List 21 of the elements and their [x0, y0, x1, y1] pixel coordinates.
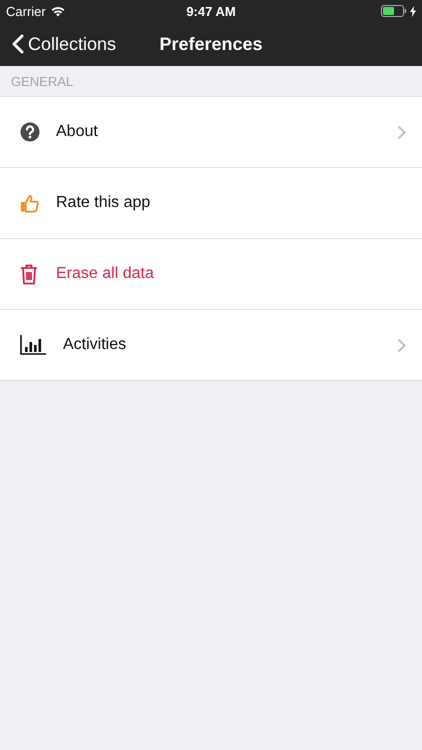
clock-time: 9:47 AM	[186, 4, 236, 18]
settings-row[interactable]: Rate this app	[0, 168, 422, 239]
row-label: Erase all data	[56, 265, 155, 283]
section-header: GENERAL	[11, 74, 74, 88]
row-label: Activities	[63, 336, 128, 354]
wifi-icon	[50, 6, 65, 16]
back-chevron-icon	[12, 34, 24, 54]
settings-row[interactable]: Erase all data	[0, 239, 422, 310]
row-label: Rate this app	[56, 194, 152, 212]
question-icon	[20, 122, 40, 142]
settings-row[interactable]: Activities	[0, 310, 422, 380]
screen-title: Preferences	[159, 34, 263, 54]
row-label: About	[56, 123, 99, 141]
carrier-label: Carrier	[6, 4, 46, 18]
bar-chart-icon	[20, 335, 46, 355]
settings-row[interactable]: About	[0, 97, 422, 168]
back-button[interactable]: Collections	[0, 34, 116, 54]
thumbs-up-icon	[20, 192, 40, 214]
trash-icon	[20, 264, 38, 284]
battery-icon	[381, 5, 407, 17]
charging-icon	[410, 6, 416, 16]
